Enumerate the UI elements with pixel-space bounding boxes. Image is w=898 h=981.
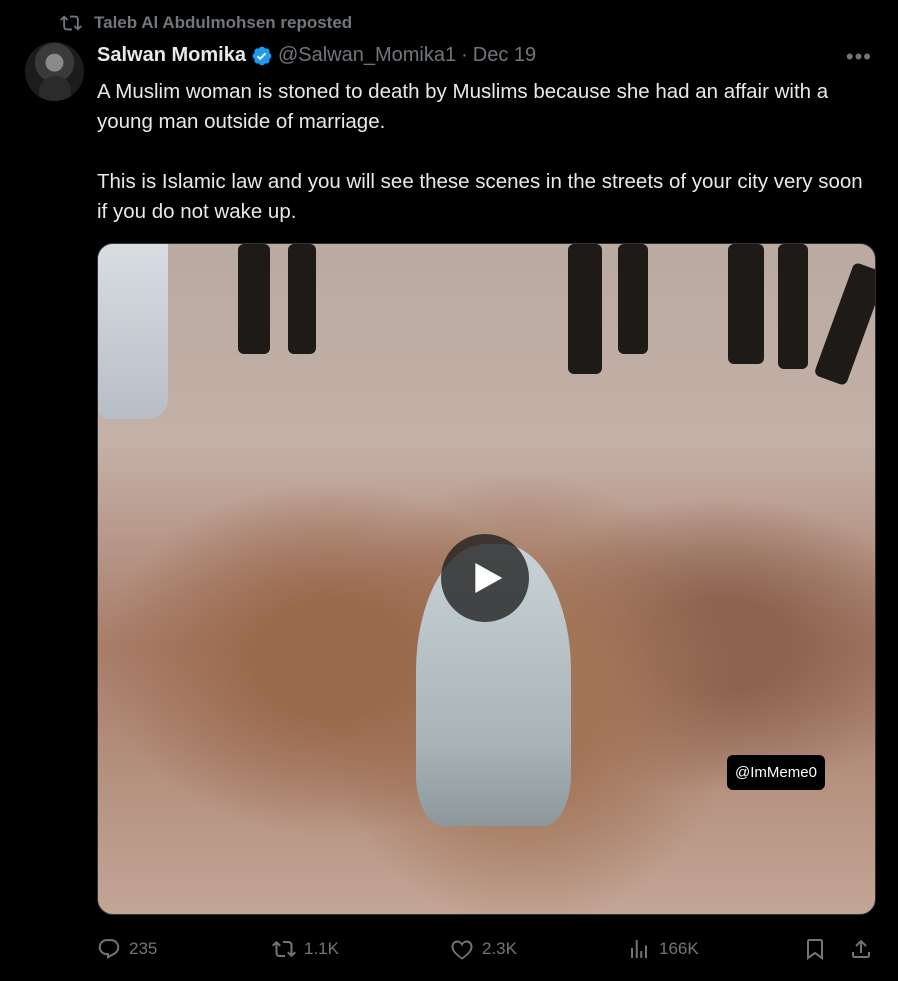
tweet-actions: 235 1.1K 2.3K 166K	[97, 931, 874, 967]
video-frame-shape	[238, 244, 270, 354]
repost-icon	[60, 15, 82, 31]
bookmark-icon	[807, 939, 823, 960]
views-button[interactable]: 166K	[627, 937, 699, 961]
tweet-date[interactable]: Dec 19	[473, 44, 536, 67]
video-frame-shape	[813, 261, 875, 387]
retweet-icon	[272, 940, 296, 958]
author-name[interactable]: Salwan Momika	[97, 44, 246, 67]
video-frame-shape	[98, 244, 168, 419]
like-count: 2.3K	[482, 939, 517, 958]
views-icon	[631, 940, 647, 958]
reply-count: 235	[129, 939, 158, 958]
author-handle[interactable]: @Salwan_Momika1	[278, 44, 456, 67]
video-frame-shape	[288, 244, 316, 354]
video-frame-shape	[568, 244, 602, 374]
share-icon	[852, 939, 870, 958]
reply-button[interactable]: 235	[97, 937, 157, 961]
avatar[interactable]	[25, 42, 84, 101]
video-player[interactable]: @ImMeme0	[97, 243, 876, 915]
retweet-button[interactable]: 1.1K	[272, 937, 339, 961]
tweet-text: A Muslim woman is stoned to death by Mus…	[97, 77, 877, 257]
video-frame-shape	[618, 244, 648, 354]
repost-indicator[interactable]: Taleb Al Abdulmohsen reposted	[60, 12, 352, 34]
share-button[interactable]	[849, 937, 873, 961]
tweet-paragraph: A Muslim woman is stoned to death by Mus…	[97, 80, 829, 133]
bookmark-button[interactable]	[803, 937, 827, 961]
video-watermark: @ImMeme0	[727, 755, 825, 790]
repost-label: Taleb Al Abdulmohsen reposted	[94, 13, 353, 32]
video-frame-shape	[728, 244, 764, 364]
separator-dot: ·	[461, 44, 468, 66]
heart-icon	[451, 940, 473, 960]
verified-badge-icon	[252, 46, 272, 65]
tweet-paragraph: This is Islamic law and you will see the…	[97, 170, 863, 223]
like-button[interactable]: 2.3K	[450, 937, 517, 961]
views-count: 166K	[659, 939, 699, 958]
play-button[interactable]	[441, 534, 529, 622]
more-options-button[interactable]: •••	[846, 44, 872, 70]
video-frame-shape	[778, 244, 808, 369]
retweet-count: 1.1K	[304, 939, 339, 958]
play-icon	[475, 562, 503, 594]
reply-icon	[98, 939, 120, 959]
tweet-header: Salwan Momika @Salwan_Momika1 · Dec 19	[97, 44, 536, 67]
